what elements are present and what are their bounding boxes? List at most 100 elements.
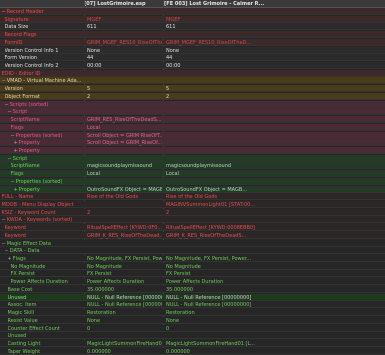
row-value-plugin-2[interactable]: 5 bbox=[166, 86, 381, 92]
row-value-plugin-1[interactable]: None bbox=[87, 318, 162, 324]
row-value-plugin-1[interactable]: Scroll Object = GRIM RiseOfT... bbox=[87, 133, 162, 139]
row-value-plugin-2[interactable]: 2 bbox=[166, 210, 381, 216]
collapse-icon[interactable]: − bbox=[5, 102, 9, 108]
row-value-plugin-1[interactable]: Local bbox=[87, 125, 162, 131]
row-value-plugin-2[interactable]: Power Affects Duration bbox=[166, 279, 381, 285]
table-row[interactable]: Form Version 44 44 bbox=[0, 54, 385, 62]
row-value-plugin-2[interactable]: None bbox=[166, 318, 381, 324]
expand-icon[interactable]: + bbox=[8, 256, 12, 262]
column-header-plugin-2[interactable]: [FE 003] Lost Grimoire - Calmer R... bbox=[164, 1, 264, 7]
row-value-plugin-1[interactable]: FX Persist bbox=[87, 271, 162, 277]
collapse-icon[interactable]: − bbox=[2, 217, 6, 223]
row-value-plugin-2[interactable]: No Magnitude bbox=[166, 264, 381, 270]
row-value-plugin-2[interactable]: Restoration bbox=[166, 310, 381, 316]
row-value-plugin-2[interactable]: RitualSpellEffect [KYWD:0008EBB0] bbox=[166, 225, 381, 231]
table-row[interactable]: Unused NULL - Null Reference [00000000] NU… bbox=[0, 293, 385, 301]
table-row[interactable]: Version 5 5 bbox=[0, 85, 385, 93]
row-value-plugin-1[interactable]: No Magnitude, FX Persist, Powe... bbox=[87, 256, 162, 262]
row-value-plugin-1[interactable]: GRIM_RES_RiseOfTheDeadS... bbox=[87, 117, 162, 123]
table-row[interactable]: +FlagsNo Magnitude, FX Persist, Powe...N… bbox=[0, 255, 385, 263]
table-row[interactable]: Object Format 2 2 bbox=[0, 92, 385, 100]
collapse-icon[interactable]: − bbox=[2, 241, 6, 247]
row-value-plugin-1[interactable]: 611 bbox=[87, 24, 162, 30]
row-value-plugin-1[interactable]: 0 bbox=[87, 326, 162, 332]
row-value-plugin-1[interactable]: 35.000000 bbox=[87, 287, 162, 293]
table-row[interactable]: Flags Local bbox=[0, 123, 385, 131]
row-value-plugin-2[interactable]: NULL - Null Reference [00000000] bbox=[166, 295, 381, 301]
collapse-icon[interactable]: − bbox=[8, 109, 12, 115]
table-row[interactable]: Signature MGEF MGEF bbox=[0, 15, 385, 23]
collapse-icon[interactable]: − bbox=[11, 133, 15, 139]
table-row[interactable]: +Property bbox=[0, 146, 385, 154]
table-row[interactable]: +Property OutroSoundFX Object = MAGB... Ou… bbox=[0, 185, 385, 193]
row-value-plugin-2[interactable]: 44 bbox=[166, 55, 381, 61]
column-header-plugin-1[interactable]: [07] LostGrimoire.esp bbox=[84, 1, 146, 7]
table-row[interactable]: FormID GRIM_MGEF_RES10_RiseOfTheD... GRIM_… bbox=[0, 38, 385, 46]
table-row[interactable]: Counter Effect Count 0 0 bbox=[0, 324, 385, 332]
row-value-plugin-1[interactable]: 2 bbox=[87, 94, 162, 100]
table-row[interactable]: −Magic Effect Data bbox=[0, 239, 385, 247]
row-value-plugin-1[interactable]: 44 bbox=[87, 55, 162, 61]
row-value-plugin-2[interactable]: NULL - Null Reference [00000000] bbox=[166, 302, 381, 308]
row-value-plugin-2[interactable]: FX Persist bbox=[166, 271, 381, 277]
table-row[interactable]: −Properties (sorted) Scroll Object = GRIM… bbox=[0, 131, 385, 139]
row-value-plugin-2[interactable]: OutroSoundFX Object = MAGB... bbox=[166, 187, 381, 193]
table-row[interactable]: Casting Light MagicLightSummonFireHand01.… bbox=[0, 339, 385, 347]
table-row[interactable]: Magic Skill Restoration Restoration bbox=[0, 309, 385, 317]
row-value-plugin-1[interactable]: RitualSpellEffect [KYWD:0F0... bbox=[87, 225, 162, 231]
row-value-plugin-2[interactable]: Local bbox=[166, 171, 381, 177]
row-value-plugin-2[interactable]: GRIM_MGEF_RES10_RiseOfTheD... bbox=[166, 40, 381, 46]
table-row[interactable]: −KWDA - Keywords (sorted) bbox=[0, 216, 385, 224]
row-value-plugin-2[interactable]: None bbox=[166, 48, 381, 54]
row-value-plugin-1[interactable]: GRIM_K_RES_RiseOfTheDead... bbox=[87, 233, 162, 239]
row-value-plugin-2[interactable]: 2 bbox=[166, 94, 381, 100]
table-row[interactable]: −Script bbox=[0, 154, 385, 162]
table-row[interactable]: FX Persist FX Persist FX Persist bbox=[0, 270, 385, 278]
collapse-icon[interactable]: − bbox=[2, 78, 6, 84]
table-row[interactable]: EDID - Editor ID bbox=[0, 69, 385, 77]
table-row[interactable]: Flags Local Local bbox=[0, 170, 385, 178]
row-value-plugin-1[interactable]: GRIM_MGEF_RES10_RiseOfTheD... bbox=[87, 40, 162, 46]
table-row[interactable]: Resist Value None None bbox=[0, 316, 385, 324]
table-row[interactable]: ScriptName magicsoundplaymissound magicsou… bbox=[0, 162, 385, 170]
row-value-plugin-2[interactable]: No Magnitude, FX Persist, Power... bbox=[166, 256, 381, 262]
table-row[interactable]: Base Cost 35.000000 35.000000 bbox=[0, 285, 385, 293]
table-row[interactable]: −VMAD - Virtual Machine Ada... bbox=[0, 77, 385, 85]
row-value-plugin-1[interactable]: MagicLightSummonFireHand01... bbox=[87, 341, 162, 347]
table-row[interactable]: Data Size 611 611 bbox=[0, 23, 385, 31]
table-row[interactable]: −Script bbox=[0, 108, 385, 116]
row-value-plugin-2[interactable]: 0 bbox=[166, 326, 381, 332]
row-value-plugin-2[interactable]: 00:00 bbox=[166, 63, 381, 69]
row-value-plugin-1[interactable]: Power Affects Duration bbox=[87, 279, 162, 285]
table-row[interactable]: −Record Header bbox=[0, 8, 385, 15]
row-value-plugin-1[interactable]: 2 bbox=[87, 210, 162, 216]
row-value-plugin-1[interactable]: Local bbox=[87, 171, 162, 177]
row-value-plugin-2[interactable]: 0.000000 bbox=[166, 349, 381, 355]
table-row[interactable]: Assoc. Item NULL - Null Reference [000000… bbox=[0, 301, 385, 309]
row-value-plugin-1[interactable]: OutroSoundFX Object = MAGB... bbox=[87, 187, 162, 193]
expand-icon[interactable]: + bbox=[14, 187, 18, 193]
table-row[interactable]: Unused bbox=[0, 332, 385, 340]
row-value-plugin-2[interactable]: MAGINVSummonLight01 [STAT:00... bbox=[166, 202, 381, 208]
row-value-plugin-1[interactable]: NULL - Null Reference [00000000] bbox=[87, 295, 162, 301]
row-value-plugin-2[interactable]: GRIM_K_RES_RiseOfTheDeadS... bbox=[166, 233, 381, 239]
row-value-plugin-1[interactable]: MGEF bbox=[87, 17, 162, 23]
row-value-plugin-2[interactable]: MagicLightSummonFireHand01 [L... bbox=[166, 341, 381, 347]
table-row[interactable]: Taper Weight 0.000000 0.000000 bbox=[0, 347, 385, 355]
row-value-plugin-1[interactable]: 00:00 bbox=[87, 63, 162, 69]
collapse-icon[interactable]: − bbox=[8, 156, 12, 162]
table-row[interactable]: Keyword RitualSpellEffect [KYWD:0F0... Rit… bbox=[0, 224, 385, 232]
table-row[interactable]: Version Control Info 2 00:00 00:00 bbox=[0, 62, 385, 70]
collapse-icon[interactable]: − bbox=[2, 9, 6, 15]
row-value-plugin-1[interactable]: magicsoundplaymissound bbox=[87, 163, 162, 169]
table-row[interactable]: −Scripts (sorted) bbox=[0, 100, 385, 108]
table-row[interactable]: FULL - Name Rise of the Old Gods Rise of t… bbox=[0, 193, 385, 201]
table-row[interactable]: No Magnitude No Magnitude No Magnitude bbox=[0, 262, 385, 270]
expand-icon[interactable]: + bbox=[14, 140, 18, 146]
table-row[interactable]: −DATA - Data bbox=[0, 247, 385, 255]
row-value-plugin-1[interactable]: None bbox=[87, 48, 162, 54]
row-value-plugin-1[interactable]: Scroll Object = GRIM_RiseOf... bbox=[87, 140, 162, 146]
row-value-plugin-1[interactable]: Restoration bbox=[87, 310, 162, 316]
table-row[interactable]: Version Control Info 1 None None bbox=[0, 46, 385, 54]
table-row[interactable]: MDOB - Menu Display Object MAGINVSummonLi… bbox=[0, 201, 385, 208]
